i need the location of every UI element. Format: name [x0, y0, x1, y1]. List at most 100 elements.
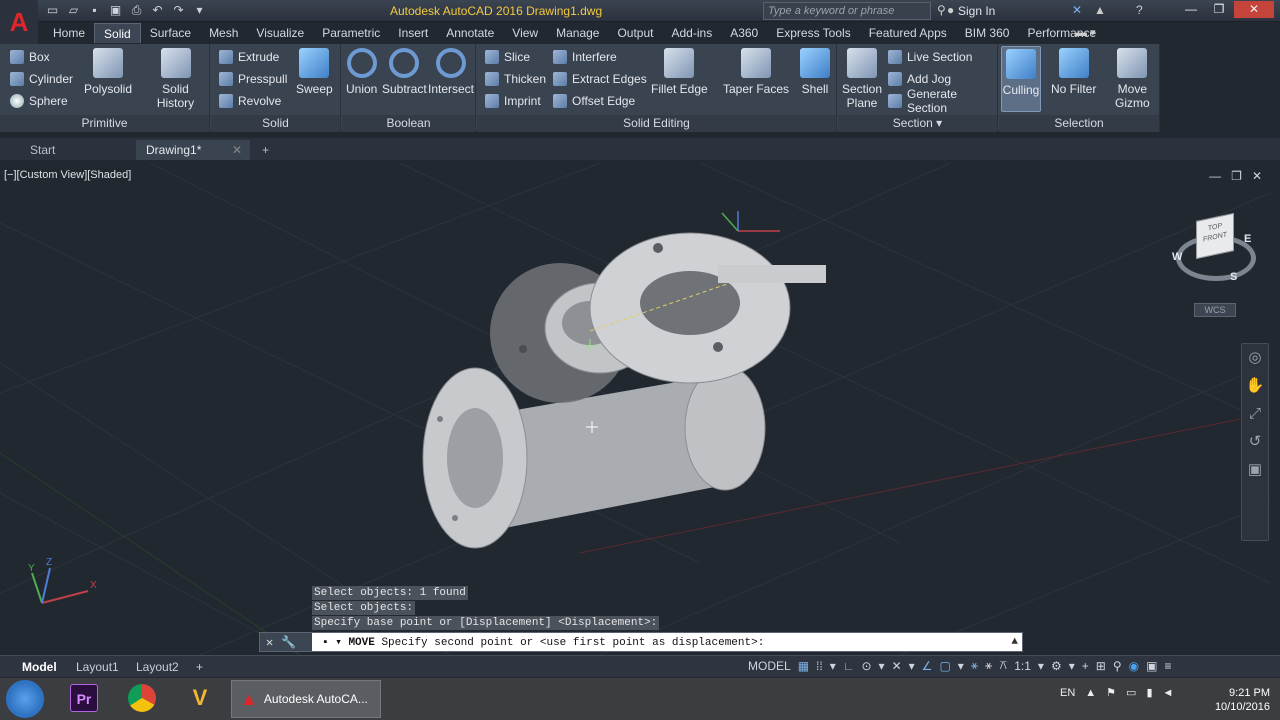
hardware-acceleration-icon[interactable]: ◉	[1129, 659, 1139, 673]
ribbon-tab-add-ins[interactable]: Add-ins	[663, 23, 722, 43]
ribbon-tab-visualize[interactable]: Visualize	[247, 23, 313, 43]
drawing1-tab[interactable]: Drawing1* ✕	[136, 140, 250, 160]
ribbon-tab-manage[interactable]: Manage	[547, 23, 608, 43]
shell-button[interactable]: Shell	[800, 48, 830, 96]
print-icon[interactable]: ⎙	[128, 3, 145, 18]
undo-icon[interactable]: ↶	[149, 3, 166, 18]
viewcube[interactable]: TOP FRONT W E S	[1172, 212, 1258, 295]
ribbon-tab-bim-360[interactable]: BIM 360	[956, 23, 1019, 43]
extrude-button[interactable]: Extrude	[219, 48, 279, 66]
ribbon-tab-mesh[interactable]: Mesh	[200, 23, 247, 43]
annotation-scale-value[interactable]: 1:1	[1014, 659, 1031, 673]
presspull-button[interactable]: Presspull	[219, 70, 287, 88]
user-icon[interactable]: ●	[947, 3, 954, 17]
section-plane-button[interactable]: Section Plane	[842, 48, 882, 110]
units-icon[interactable]: ⊞	[1096, 659, 1106, 673]
help-icon[interactable]: ?	[1136, 3, 1143, 17]
ribbon-tab-home[interactable]: Home	[44, 23, 94, 43]
redo-icon[interactable]: ↷	[170, 3, 187, 18]
ribbon-tab-view[interactable]: View	[503, 23, 547, 43]
save-icon[interactable]: ▪	[86, 3, 103, 18]
workspace-gear-icon[interactable]: ⚙	[1051, 659, 1062, 673]
model-canvas[interactable]: Y X Z	[0, 163, 1270, 655]
viewcube-box[interactable]: TOP FRONT	[1196, 212, 1234, 260]
object-snap-dropdown-icon[interactable]: ▾	[958, 659, 964, 673]
start-button[interactable]	[6, 680, 44, 718]
volume-icon[interactable]: ◄	[1163, 687, 1174, 699]
cylinder-button[interactable]: Cylinder	[10, 70, 73, 88]
save-as-icon[interactable]: ▣	[107, 3, 124, 18]
system-clock[interactable]: 9:21 PM 10/10/2016	[1215, 686, 1270, 714]
revolve-button[interactable]: Revolve	[219, 92, 281, 110]
add-layout-icon[interactable]: +	[196, 658, 203, 676]
primitive-panel-label[interactable]: Primitive	[0, 115, 209, 132]
culling-button[interactable]: Culling	[1001, 46, 1041, 112]
viewport-minimize-icon[interactable]: —	[1209, 169, 1221, 183]
ribbon-tab-annotate[interactable]: Annotate	[437, 23, 503, 43]
polar-dropdown-icon[interactable]: ▾	[879, 659, 885, 673]
isodraft-dropdown-icon[interactable]: ▾	[909, 659, 915, 673]
intersect-button[interactable]: Intersect	[428, 48, 474, 96]
open-icon[interactable]: ▱	[65, 3, 82, 18]
tray-expand-icon[interactable]: ▲	[1085, 687, 1096, 699]
command-prompt[interactable]: ▪ ▾ MOVE Specify second point or <use fi…	[312, 635, 764, 649]
taper-faces-button[interactable]: Taper Faces	[723, 48, 789, 96]
ribbon-tab-a360[interactable]: A360	[721, 23, 767, 43]
workspace-dropdown-icon[interactable]: ▾	[191, 3, 208, 18]
vegas-icon[interactable]: V	[186, 684, 214, 712]
live-section-button[interactable]: Live Section	[888, 48, 972, 66]
union-button[interactable]: Union	[346, 48, 377, 96]
generate-section-button[interactable]: Generate Section	[888, 87, 997, 115]
ribbon-tab-parametric[interactable]: Parametric	[313, 23, 389, 43]
fillet-edge-button[interactable]: Fillet Edge	[651, 48, 708, 96]
auto-scale-icon[interactable]: ⚹	[985, 658, 992, 673]
annotation-visibility-icon[interactable]: ⚹	[971, 658, 978, 673]
isodraft-icon[interactable]: ✕	[892, 659, 902, 673]
start-tab[interactable]: Start	[20, 140, 134, 160]
restore-icon[interactable]: ❐	[1206, 1, 1232, 18]
ribbon-tab-solid[interactable]: Solid	[94, 23, 141, 43]
close-icon[interactable]: ✕	[1234, 1, 1274, 18]
command-line[interactable]: ✕ 🔧 ▪ ▾ MOVE Specify second point or <us…	[259, 632, 1023, 652]
new-tab-icon[interactable]: +	[256, 140, 280, 160]
orbit-icon[interactable]: ↺	[1242, 428, 1268, 456]
imprint-button[interactable]: Imprint	[485, 92, 541, 110]
clean-screen-icon[interactable]: ▣	[1146, 659, 1157, 673]
snap-dropdown-icon[interactable]: ▾	[830, 659, 836, 673]
ribbon-tab-output[interactable]: Output	[608, 23, 662, 43]
ribbon-tab-express-tools[interactable]: Express Tools	[767, 23, 859, 43]
pan-icon[interactable]: ✋	[1242, 372, 1268, 400]
application-menu-button[interactable]: A	[0, 0, 38, 44]
scale-dropdown-icon[interactable]: ▾	[1038, 659, 1044, 673]
object-snap-icon[interactable]: ▢	[939, 659, 950, 673]
language-indicator[interactable]: EN	[1060, 687, 1075, 699]
new-icon[interactable]: ▭	[44, 3, 61, 18]
move-gizmo-button[interactable]: Move Gizmo	[1115, 48, 1150, 110]
thicken-button[interactable]: Thicken	[485, 70, 546, 88]
ribbon-tab-insert[interactable]: Insert	[389, 23, 437, 43]
compass-east[interactable]: E	[1244, 233, 1251, 245]
layout1-tab[interactable]: Layout1	[76, 658, 119, 676]
network-icon[interactable]: ▮	[1146, 686, 1152, 699]
autodesk-icon[interactable]: ▲	[1094, 3, 1106, 17]
ribbon-options-icon[interactable]: ▬ ▾	[1076, 26, 1096, 39]
extract-edges-button[interactable]: Extract Edges	[553, 70, 647, 88]
slice-button[interactable]: Slice	[485, 48, 530, 66]
annotation-scale-icon[interactable]: ⚻	[999, 658, 1007, 673]
isolate-objects-icon[interactable]: ⚲	[1113, 659, 1122, 673]
layout2-tab[interactable]: Layout2	[136, 658, 179, 676]
sweep-button[interactable]: Sweep	[296, 48, 333, 96]
close-tab-icon[interactable]: ✕	[232, 140, 242, 160]
steering-wheel-icon[interactable]: ◎	[1242, 344, 1268, 372]
wcs-menu[interactable]: WCS	[1194, 303, 1236, 317]
customize-wrench-icon[interactable]: 🔧	[281, 635, 296, 650]
chrome-icon[interactable]	[128, 684, 156, 712]
exchange-icon[interactable]: ✕	[1072, 3, 1082, 17]
premiere-pro-icon[interactable]: Pr	[70, 684, 98, 712]
showmotion-icon[interactable]: ▣	[1242, 456, 1268, 484]
polysolid-button[interactable]: Polysolid	[84, 48, 132, 96]
box-button[interactable]: Box	[10, 48, 50, 66]
compass-west[interactable]: W	[1172, 251, 1182, 263]
grid-icon[interactable]: ▦	[798, 659, 809, 673]
search-input[interactable]: Type a keyword or phrase	[763, 2, 931, 20]
